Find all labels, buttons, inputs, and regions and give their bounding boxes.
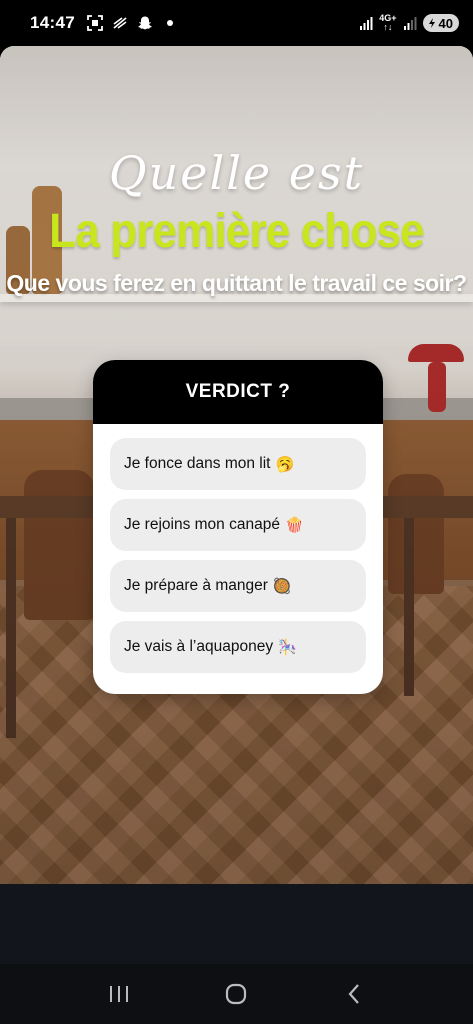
story-footer [0, 884, 473, 964]
poll-title: VERDICT ? [93, 360, 383, 424]
signal-icon [358, 15, 374, 31]
poll-options: Je fonce dans mon lit 🥱 Je rejoins mon c… [93, 424, 383, 673]
snapchat-icon [137, 15, 153, 31]
poll-option-label: Je rejoins mon canapé [124, 516, 280, 533]
nfc-icon [112, 15, 128, 31]
recent-apps-button[interactable] [99, 974, 139, 1014]
story-view[interactable]: Quelle est La première chose Que vous fe… [0, 46, 473, 884]
poll-option[interactable]: Je prépare à manger 🥘 [110, 560, 366, 612]
poll-option[interactable]: Je rejoins mon canapé 🍿 [110, 499, 366, 551]
yawning-face-icon: 🥱 [275, 455, 295, 473]
battery-level: 40 [438, 15, 453, 31]
screenshot-icon [87, 15, 103, 31]
headline-line-1: Quelle est [108, 146, 365, 200]
poll-option-label: Je vais à l’aquaponey [124, 638, 274, 655]
system-navigation-bar [0, 964, 473, 1024]
notification-dot-icon [162, 15, 178, 31]
food-pan-icon: 🥘 [272, 577, 292, 595]
status-bar: 14:47 4G+ ↑↓ 40 [0, 0, 473, 46]
headline-line-3: Que vous ferez en quittant le travail ce… [6, 270, 467, 296]
poll-option[interactable]: Je vais à l’aquaponey 🎠 [110, 621, 366, 673]
home-button[interactable] [216, 974, 256, 1014]
carousel-horse-icon: 🎠 [278, 638, 297, 656]
poll-sticker: VERDICT ? Je fonce dans mon lit 🥱 Je rej… [93, 360, 383, 694]
poll-option[interactable]: Je fonce dans mon lit 🥱 [110, 438, 366, 490]
recent-apps-icon [109, 986, 128, 1002]
status-right-icons: 4G+ ↑↓ 40 [358, 14, 459, 32]
poll-option-label: Je prépare à manger [124, 577, 268, 594]
battery-indicator: 40 [422, 14, 459, 32]
headline-line-2: La première chose [49, 205, 425, 258]
network-type-label: 4G+ ↑↓ [379, 13, 397, 32]
battery-icon [428, 18, 435, 28]
popcorn-icon: 🍿 [284, 516, 304, 534]
back-icon [348, 984, 359, 1004]
status-left-icons [87, 15, 178, 31]
home-icon [226, 983, 247, 1005]
poll-option-label: Je fonce dans mon lit [124, 455, 271, 472]
status-time: 14:47 [30, 13, 75, 32]
back-button[interactable] [334, 974, 374, 1014]
signal-icon-2 [402, 15, 418, 31]
